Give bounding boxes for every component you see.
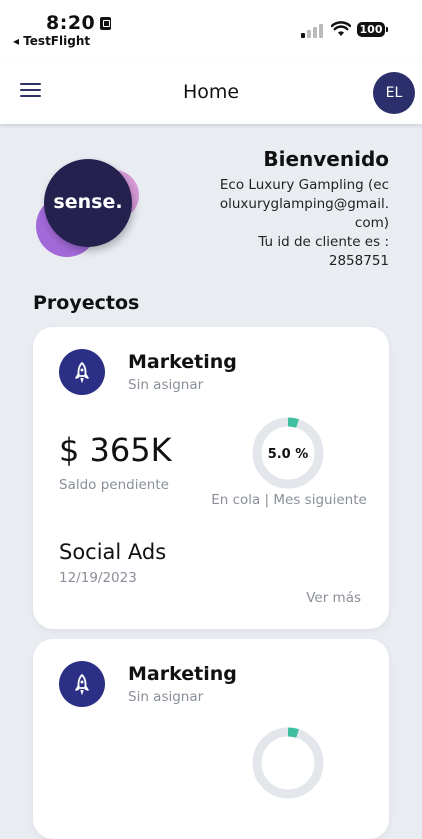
lock-icon [100,17,112,30]
project-category: Marketing [128,663,237,685]
app-bar: Home EL [0,58,422,124]
project-card[interactable]: Marketing Sin asignar $ 365K Saldo pendi… [33,327,389,629]
projects-title: Proyectos [33,292,140,314]
project-assignee: Sin asignar [128,689,204,705]
project-status: En cola | Mes siguiente [211,492,367,508]
rocket-icon [59,349,105,395]
battery-indicator: 100 [357,22,388,37]
project-date: 12/19/2023 [59,570,137,586]
welcome-block: Bienvenido Eco Luxury Gampling (ec oluxu… [209,147,389,271]
page-title: Home [182,81,240,103]
progress-ring [252,727,324,799]
project-assignee: Sin asignar [128,377,204,393]
project-product: Social Ads [59,540,167,564]
client-id-label: Tu id de cliente es : [258,234,389,250]
customer-email-line: oluxuryglamping@gmail. [219,196,389,212]
pending-amount: $ 365K [59,431,172,469]
customer-email-line: com) [354,215,389,231]
status-bar: 8:20 ◂ TestFlight 100 [0,0,422,58]
project-card[interactable]: Marketing Sin asignar [33,639,389,839]
pending-amount-label: Saldo pendiente [59,477,169,493]
project-category: Marketing [128,351,237,373]
see-more-link[interactable]: Ver más [306,590,361,606]
back-to-testflight[interactable]: ◂ TestFlight [13,34,90,48]
client-id-value: 2858751 [328,253,389,269]
signal-icon [301,24,327,38]
status-time: 8:20 [46,12,112,34]
logo-mark: sense. [44,159,132,247]
brand-logo: sense. [34,150,144,260]
wifi-icon [331,21,351,36]
progress-percent: 5.0 % [267,447,309,462]
avatar[interactable]: EL [373,72,415,114]
rocket-icon [59,661,105,707]
customer-name-line: Eco Luxury Gampling (ec [219,177,389,193]
welcome-heading: Bienvenido [263,147,389,171]
